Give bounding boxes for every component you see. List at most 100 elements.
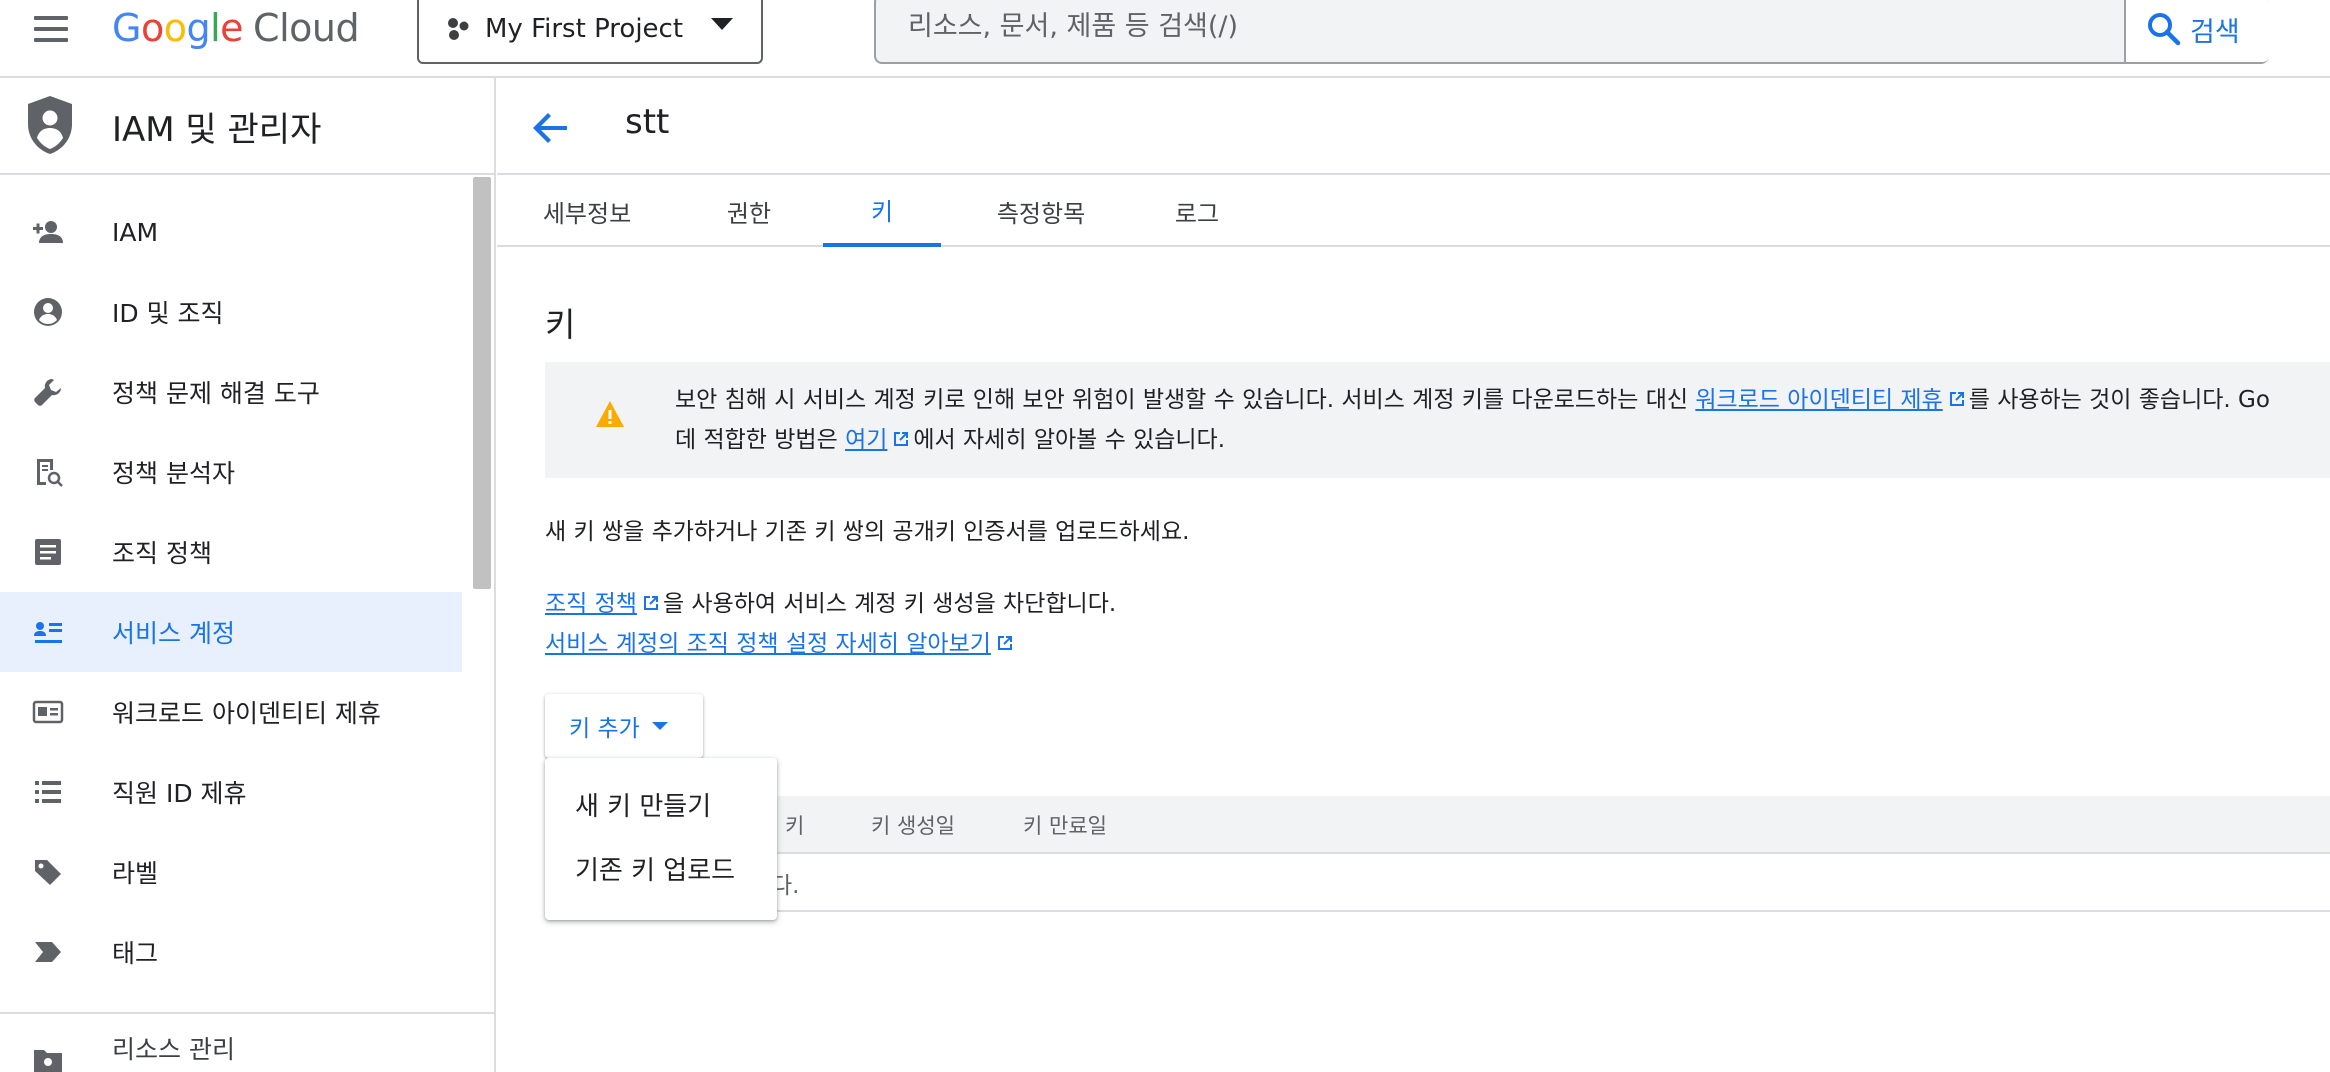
sidebar-item-label: 조직 정책 [112,539,212,568]
main-menu-button[interactable] [28,12,74,46]
warning-text-part: 데 적합한 방법은 [675,427,846,453]
warning-icon [596,401,624,427]
logo-letter: g [186,6,211,50]
tab-keys[interactable]: 키 [823,175,941,247]
search-button-label: 검색 [2190,16,2240,48]
back-arrow-icon[interactable] [531,108,571,148]
org-policy-link[interactable]: 조직 정책 [545,591,637,617]
hamburger-icon-bar [34,38,68,42]
sidebar-header: IAM 및 관리자 [0,78,494,175]
id-card-icon [32,700,64,724]
sidebar-item-label: 정책 분석자 [112,459,235,488]
tab-metrics[interactable]: 측정항목 [977,175,1105,247]
logo-letter: o [163,6,187,50]
tag-chevron-icon [35,942,61,962]
column-header-created[interactable]: 키 생성일 [871,810,955,840]
policy-search-icon [37,459,63,487]
search-bar: 검색 [874,0,2269,64]
logo-letter: o [140,6,164,50]
menu-item-create-new-key[interactable]: 새 키 만들기 [545,773,777,835]
workload-identity-link[interactable]: 워크로드 아이덴티티 제휴 [1695,387,1942,413]
warning-text-part: 보안 침해 시 서비스 계정 키로 인해 보안 위험이 발생할 수 있습니다. … [675,387,1696,413]
keys-table-header: 키 키 생성일 키 만료일 [545,796,2330,854]
sidebar-item-labels[interactable]: 라벨 [0,832,462,912]
sidebar-item-policy-analyzer[interactable]: 정책 분석자 [0,432,462,512]
sidebar-item-identity-org[interactable]: ID 및 조직 [0,272,462,352]
logo-cloud-text: Cloud [253,6,360,50]
sidebar-item-label: 라벨 [112,859,159,888]
article-icon [35,539,61,565]
keys-table-empty-row: 다. [545,854,2330,912]
section-title: 키 [545,305,576,344]
tab-details[interactable]: 세부정보 [527,175,647,247]
main-content: stt 세부정보 권한 키 측정항목 로그 키 보안 침해 시 서비스 계정 키… [497,78,2330,1072]
project-hub-icon [448,18,469,40]
chevron-down-icon [711,18,733,30]
sidebar-item-service-accounts[interactable]: 서비스 계정 [0,592,462,672]
sidebar-item-label: 워크로드 아이덴티티 제휴 [112,699,381,728]
sidebar-item-label: IAM [112,217,159,247]
sidebar-item-tags[interactable]: 태그 [0,912,462,992]
warning-banner: 보안 침해 시 서비스 계정 키로 인해 보안 위험이 발생할 수 있습니다. … [545,362,2330,478]
top-bar: Google Cloud My First Project 검색 [0,0,2330,78]
hamburger-icon-bar [34,27,68,31]
label-tag-icon [35,860,61,885]
sidebar-item-resource-manager[interactable]: 리소스 관리 [0,1020,462,1072]
search-button[interactable]: 검색 [2124,0,2269,62]
menu-item-upload-existing-key[interactable]: 기존 키 업로드 [545,837,777,899]
search-icon [2148,13,2181,46]
search-input[interactable] [906,6,1966,46]
sidebar-item-iam[interactable]: IAM [0,192,462,272]
sidebar-item-label: ID 및 조직 [112,299,224,328]
shield-icon [28,96,72,154]
google-cloud-logo[interactable]: Google Cloud [112,2,360,54]
page-title: stt [625,102,670,142]
sidebar-item-label: 직원 ID 제휴 [112,779,247,808]
folder-settings-icon [34,1050,62,1072]
sidebar-item-policy-troubleshooter[interactable]: 정책 문제 해결 도구 [0,352,462,432]
project-picker[interactable]: My First Project [417,0,763,64]
column-header-expires[interactable]: 키 만료일 [1023,810,1107,840]
sidebar-divider [0,1012,494,1014]
warning-text-part: 를 사용하는 것이 좋습니다. Go [1968,387,2270,413]
external-link-icon [997,636,1012,650]
tab-bar: 세부정보 권한 키 측정항목 로그 [497,175,2330,247]
sidebar-item-label: 서비스 계정 [112,619,235,648]
project-name: My First Project [485,14,684,44]
warning-text-part: 에서 자세히 알아볼 수 있습니다. [913,427,1226,453]
logo-letter: G [112,6,141,50]
add-key-button[interactable]: 키 추가 [545,694,703,758]
keys-description: 새 키 쌍을 추가하거나 기존 키 쌍의 공개키 인증서를 업로드하세요. [545,519,1190,545]
logo-letter: e [220,6,244,50]
learn-here-link[interactable]: 여기 [845,427,887,453]
column-header-key[interactable]: 키 [785,810,804,840]
page-header: stt [497,78,2330,175]
list-icon [35,781,61,803]
add-key-button-label: 키 추가 [569,716,640,742]
sidebar-item-workforce-identity-federation[interactable]: 직원 ID 제휴 [0,752,462,832]
sidebar-item-label: 정책 문제 해결 도구 [112,379,320,408]
sidebar-item-label: 태그 [112,939,159,968]
org-policy-text: 을 사용하여 서비스 계정 키 생성을 차단합니다. [662,591,1117,617]
sidebar-item-workload-identity-federation[interactable]: 워크로드 아이덴티티 제휴 [0,672,462,752]
sidebar-item-org-policies[interactable]: 조직 정책 [0,512,462,592]
tab-permissions[interactable]: 권한 [703,175,795,247]
external-link-icon [1949,392,1964,406]
learn-more-line: 서비스 계정의 조직 정책 설정 자세히 알아보기 [545,624,1017,658]
person-add-icon [33,221,63,243]
account-circle-icon [34,298,62,326]
service-account-icon [34,622,62,643]
caret-down-icon [651,722,668,730]
add-key-menu: 새 키 만들기 기존 키 업로드 [545,758,777,920]
wrench-icon [34,379,61,406]
tab-logs[interactable]: 로그 [1153,175,1241,247]
sidebar-title: IAM 및 관리자 [112,110,322,150]
external-link-icon [894,432,909,446]
hamburger-icon [34,16,68,20]
sidebar: IAM 및 관리자 IAM ID 및 조직 정책 문제 해결 도구 정책 분석자… [0,78,496,1072]
sidebar-item-label: 리소스 관리 [112,1035,235,1064]
sidebar-scrollbar[interactable] [473,177,491,589]
external-link-icon [643,596,658,610]
learn-more-link[interactable]: 서비스 계정의 조직 정책 설정 자세히 알아보기 [545,631,991,657]
warning-text: 보안 침해 시 서비스 계정 키로 인해 보안 위험이 발생할 수 있습니다. … [675,380,2270,460]
